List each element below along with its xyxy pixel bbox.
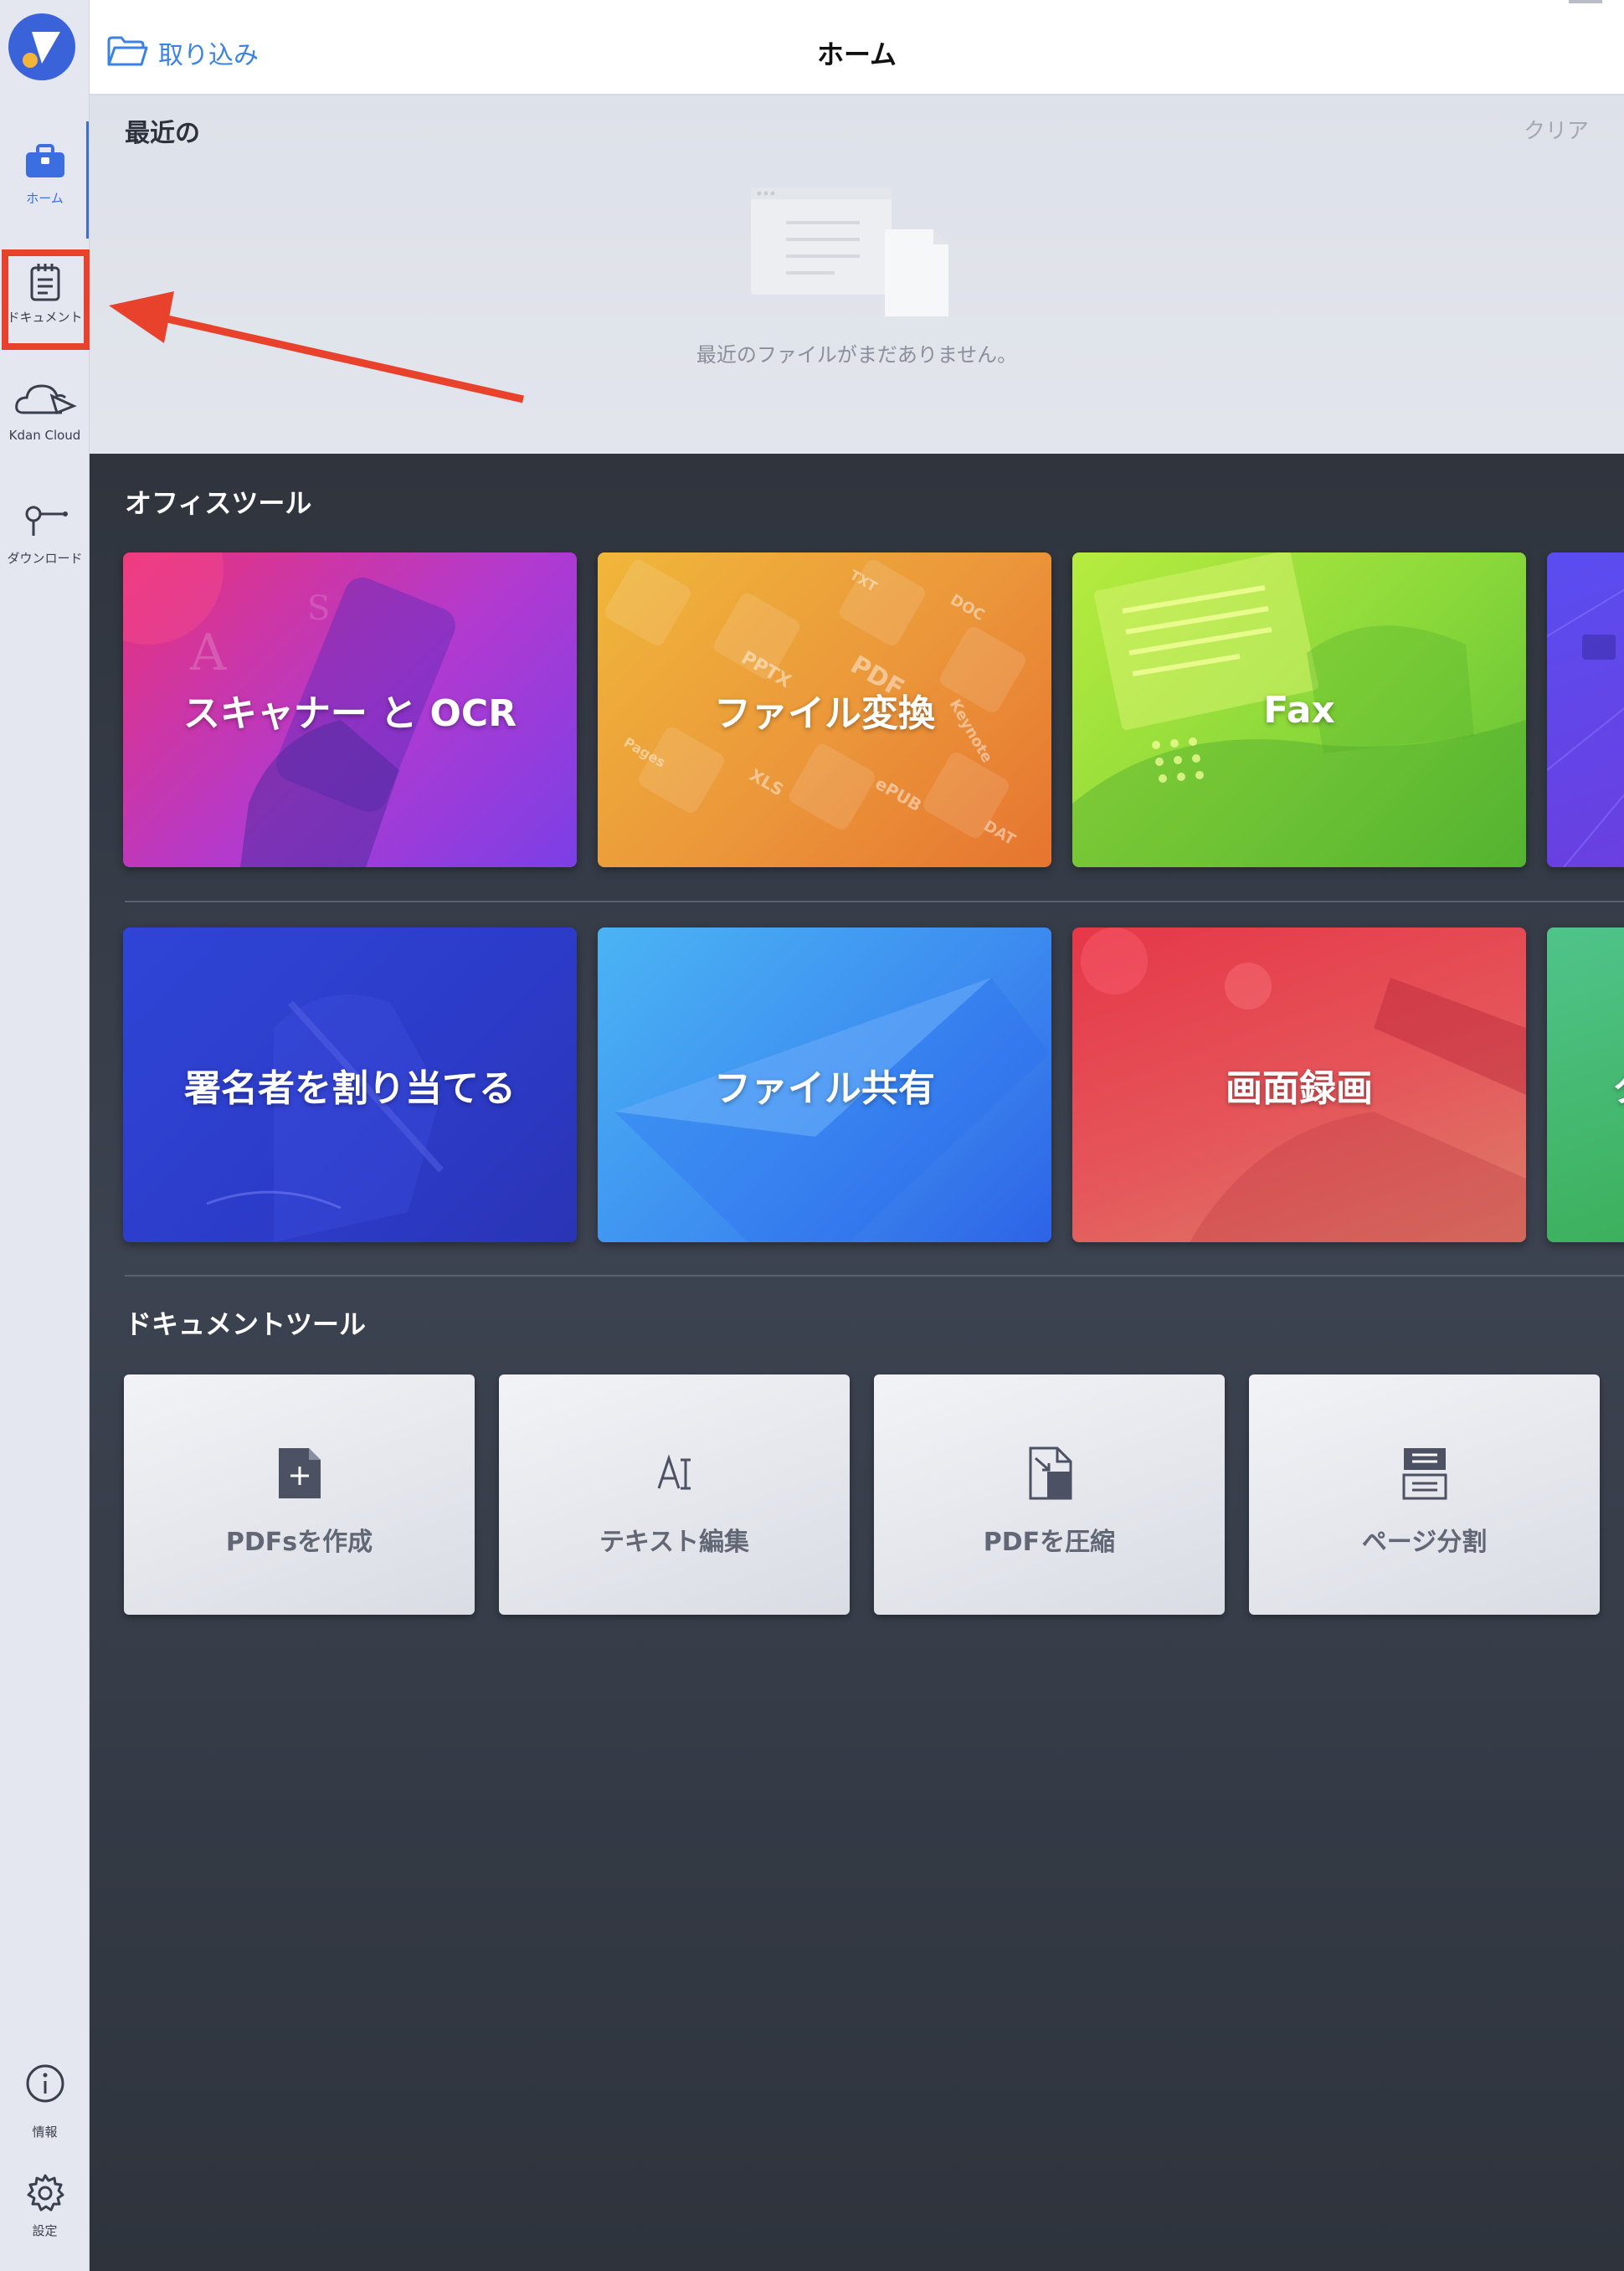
edit-text-button[interactable]: テキスト編集 — [499, 1374, 850, 1615]
app-logo — [8, 13, 75, 80]
section-divider — [125, 1275, 1624, 1277]
sidebar-item-home[interactable]: ホーム — [0, 142, 90, 207]
office-tools-title: オフィスツール — [125, 487, 312, 519]
sidebar-item-settings[interactable]: 設定 — [0, 2173, 90, 2239]
card-title: 署名者を割り当てる — [184, 1067, 516, 1110]
document-tools-title: ドキュメントツール — [125, 1308, 367, 1340]
card-scanner-ocr[interactable]: A S スキャナー と OCR — [123, 552, 577, 867]
tool-label: PDFsを作成 — [225, 1528, 373, 1557]
card-title: ファイル共有 — [714, 1067, 935, 1110]
empty-files-illustration — [751, 188, 948, 316]
download-icon — [20, 506, 70, 542]
recent-section: 最近の クリア 最近のファイルがまだありません。 — [90, 95, 1624, 454]
top-bar: 取り込み ホーム — [90, 0, 1624, 95]
section-divider — [125, 901, 1624, 902]
card-screen-recording[interactable]: 画面録画 — [1072, 927, 1526, 1242]
compress-file-icon — [1025, 1446, 1074, 1500]
card-title: ファイル変換 — [714, 692, 935, 735]
sidebar-item-label: ダウンロード — [7, 551, 83, 566]
info-icon — [24, 2064, 66, 2108]
sidebar-item-kdan-cloud[interactable]: Kdan Cloud — [0, 381, 90, 443]
sidebar-item-downloads[interactable]: ダウンロード — [0, 494, 90, 567]
highlight-box — [2, 249, 90, 350]
text-cursor-icon — [652, 1446, 697, 1500]
create-pdf-button[interactable]: PDFsを作成 — [124, 1374, 475, 1615]
mail-illustration — [1547, 588, 1624, 867]
page-title: ホーム — [816, 39, 897, 70]
sidebar-item-label: Kdan Cloud — [8, 428, 81, 443]
gear-icon — [25, 2174, 65, 2217]
split-pages-icon — [1400, 1446, 1449, 1500]
tool-label: ページ分割 — [1361, 1528, 1488, 1557]
card-file-conversion[interactable]: PPTX PDF XLS ePUB DOC Keynote Pages DAT … — [598, 552, 1051, 867]
cloud-icon — [13, 384, 77, 421]
sidebar-item-label: 設定 — [32, 2223, 58, 2238]
toolbox-icon — [23, 144, 68, 182]
clear-button[interactable]: クリア — [1524, 114, 1589, 145]
card-title: Fax — [1263, 688, 1335, 732]
split-pages-button[interactable]: ページ分割 — [1249, 1374, 1600, 1615]
compress-pdf-button[interactable]: PDFを圧縮 — [874, 1374, 1225, 1615]
sidebar-item-info[interactable]: 情報 — [0, 2063, 90, 2140]
tool-label: テキスト編集 — [599, 1528, 750, 1557]
main-content: オフィスツール A S スキャナー と OCR PPTX PDF XLS ePU… — [90, 454, 1624, 2271]
tool-label: PDFを圧縮 — [983, 1528, 1116, 1557]
top-edge-indicator — [1569, 0, 1602, 3]
card-partial-purple[interactable] — [1547, 552, 1624, 867]
card-assign-signers[interactable]: 署名者を割り当てる — [123, 927, 577, 1242]
empty-message: 最近のファイルがまだありません。 — [696, 343, 1018, 367]
card-title: スキャナー と OCR — [182, 692, 517, 735]
sidebar: ホーム ドキュメント Kdan Cloud ダウンロード 情報 設定 — [0, 0, 90, 2271]
file-plus-icon — [277, 1446, 322, 1500]
sidebar-item-label: ホーム — [26, 191, 64, 206]
card-fax[interactable]: Fax — [1072, 552, 1526, 867]
card-title: タ — [1547, 927, 1624, 1242]
sidebar-item-label: 情報 — [32, 2125, 58, 2140]
card-partial-green[interactable]: タ — [1547, 927, 1624, 1242]
recent-title: 最近の — [125, 119, 200, 148]
card-title: 画面録画 — [1226, 1067, 1373, 1110]
card-file-sharing[interactable]: ファイル共有 — [598, 927, 1051, 1242]
